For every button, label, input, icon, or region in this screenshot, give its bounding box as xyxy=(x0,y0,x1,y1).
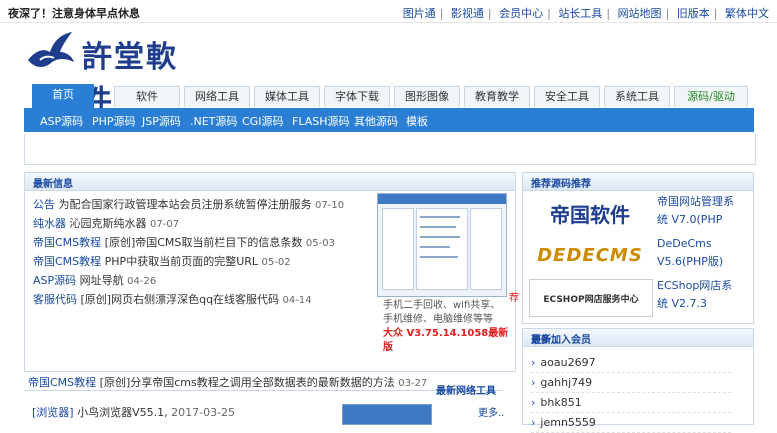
top-link-old-version[interactable]: 旧版本 xyxy=(675,7,712,20)
tool-row[interactable]: [浏览器] 小鸟浏览器V55.1, 2017-03-25 xyxy=(32,404,235,420)
member-item[interactable]: gahhj749 xyxy=(531,373,731,393)
tab-graphics[interactable]: 图形图像 xyxy=(394,86,460,107)
site-logo[interactable]: 許堂軟件 xyxy=(22,24,202,119)
news-row[interactable]: 纯水器 沁园克斯纯水器 07-07 xyxy=(33,214,393,233)
subnav-other[interactable]: 其他源码 xyxy=(354,113,398,129)
member-item[interactable]: jemn5559 xyxy=(531,413,731,433)
news-row[interactable]: 客服代码 [原创]网页右侧漂浮深色qq在线客服代码 04-14 xyxy=(33,290,393,309)
member-item[interactable]: bhk851 xyxy=(531,393,731,413)
top-links: 图片通 | 影视通 | 会员中心 | 站长工具 | 网站地图 | 旧版本 | 繁体中文 xyxy=(401,7,771,20)
news-row[interactable]: 帝国CMS教程 [原创]帝国CMS取当前栏目下的信息条数 05-03 xyxy=(33,233,393,252)
ecshop-logo: ECSHOP网店服务中心 xyxy=(529,279,653,317)
tab-fonts[interactable]: 字体下载 xyxy=(324,86,390,107)
subnav-templates[interactable]: 模板 xyxy=(406,113,428,129)
news-row[interactable]: 公告 为配合国家行政管理本站会员注册系统暂停注册服务 07-10 xyxy=(33,195,393,214)
top-link-member-center[interactable]: 会员中心 xyxy=(497,7,545,20)
top-link-traditional-chinese[interactable]: 繁体中文 xyxy=(723,7,771,20)
tab-software[interactable]: 软件 xyxy=(114,86,180,107)
members-more-link[interactable]: 更多.. xyxy=(531,331,747,346)
top-link-video[interactable]: 影视通 xyxy=(449,7,486,20)
news-row[interactable]: 帝国CMS教程 [原创]分享帝国cms教程之调用全部数据表的最新数据的方法 03… xyxy=(28,374,427,390)
new-members-panel: 最新加入会员更多.. aoau2697 gahhj749 bhk851 jemn… xyxy=(522,328,754,433)
latest-news-panel: 最新信息 公告 为配合国家行政管理本站会员注册系统暂停注册服务 07-10 纯水… xyxy=(24,172,519,372)
main-nav: 首页 软件 网络工具 媒体工具 字体下载 图形图像 教育教学 安全工具 系统工具… xyxy=(24,84,754,109)
sponsor-row[interactable]: ECSHOP网店服务中心 ECShop网店系统 V2.7.3 xyxy=(529,277,741,317)
news-list: 公告 为配合国家行政管理本站会员注册系统暂停注册服务 07-10 纯水器 沁园克… xyxy=(33,195,393,309)
recommended-source-panel: 推荐源码推荐 帝国软件 帝国网站管理系统 V7.0(PHP DEDECMS De… xyxy=(522,172,754,324)
empire-logo: 帝国软件 xyxy=(550,202,630,227)
tools-more-link[interactable]: 更多.. xyxy=(478,404,504,419)
member-item[interactable]: aoau2697 xyxy=(531,353,731,373)
subnav-cgi[interactable]: CGI源码 xyxy=(242,113,283,129)
night-notice: 夜深了！注意身体早点休息 xyxy=(8,7,140,20)
divider xyxy=(24,390,502,391)
top-link-sitemap[interactable]: 网站地图 xyxy=(616,7,664,20)
dedecms-logo: DEDECMS xyxy=(537,244,643,266)
tab-source-drivers[interactable]: 源码/驱动 xyxy=(674,86,748,107)
bird-logo-icon xyxy=(28,32,74,67)
download-link[interactable]: 大众 V3.75.14.1058最新版 xyxy=(383,328,508,353)
recommend-flag: 荐 xyxy=(509,293,519,304)
subnav-jsp[interactable]: JSP源码 xyxy=(142,113,181,129)
tab-security-tools[interactable]: 安全工具 xyxy=(534,86,600,107)
tab-system-tools[interactable]: 系统工具 xyxy=(604,86,670,107)
sponsor-row[interactable]: DEDECMS DeDeCms V5.6(PHP版) xyxy=(529,235,741,275)
latest-news-title: 最新信息 xyxy=(33,179,73,190)
recommended-title: 推荐源码推荐 xyxy=(531,179,591,190)
search-strip xyxy=(24,134,756,165)
top-link-images[interactable]: 图片通 xyxy=(401,7,438,20)
news-row[interactable]: ASP源码 网址导航 04-26 xyxy=(33,271,393,290)
news-row[interactable]: 帝国CMS教程 PHP中获取当前页面的完整URL 05-02 xyxy=(33,252,393,271)
latest-tools-title: 最新网络工具 xyxy=(436,386,496,397)
software-screenshot[interactable] xyxy=(377,193,507,297)
subnav-dotnet[interactable]: .NET源码 xyxy=(190,113,237,129)
sponsor-row[interactable]: 帝国软件 帝国网站管理系统 V7.0(PHP xyxy=(529,193,741,233)
top-link-webmaster-tools[interactable]: 站长工具 xyxy=(556,7,604,20)
tab-network-tools[interactable]: 网络工具 xyxy=(184,86,250,107)
subnav-flash[interactable]: FLASH源码 xyxy=(292,113,350,129)
subnav-php[interactable]: PHP源码 xyxy=(92,113,136,129)
sub-nav: ASP源码 PHP源码 JSP源码 .NET源码 CGI源码 FLASH源码 其… xyxy=(24,108,754,132)
tool-thumbnail[interactable] xyxy=(342,404,432,425)
top-bar: 夜深了！注意身体早点休息 图片通 | 影视通 | 会员中心 | 站长工具 | 网站地图 |… xyxy=(0,0,777,23)
subnav-asp[interactable]: ASP源码 xyxy=(40,113,83,129)
tab-media-tools[interactable]: 媒体工具 xyxy=(254,86,320,107)
tab-home[interactable]: 首页 xyxy=(32,84,94,109)
screenshot-caption: 手机二手回收、wifi共享、手机维修、电脑维修等等 大众 V3.75.14.10… xyxy=(383,300,509,353)
tab-education[interactable]: 教育教学 xyxy=(464,86,530,107)
